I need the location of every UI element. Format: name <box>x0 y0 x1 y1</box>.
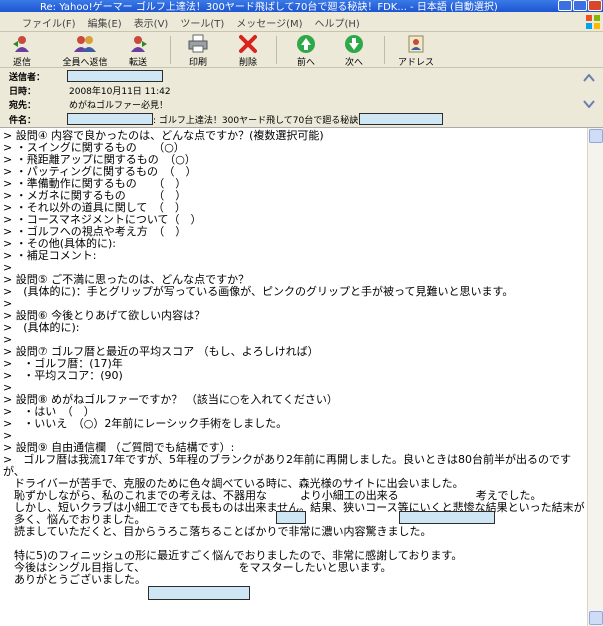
subject-redaction-2 <box>359 113 443 125</box>
body-line: > (具体的に)：手とグリップが写っている画像が、ピンクのグリップと手が被って見… <box>3 285 514 298</box>
print-button[interactable]: 印刷 <box>180 33 216 68</box>
menu-help[interactable]: ヘルプ(H) <box>309 12 366 30</box>
subject-value: : ゴルフ上達法！300ヤード飛して70台で廻る秘訣: <box>153 116 362 126</box>
to-label: 宛先： <box>9 101 37 111</box>
message-body[interactable]: > 設問④ 内容で良かったのは、どんな点ですか？(複数選択可能) > ・スイングに… <box>0 128 603 626</box>
date-row: 日時： 2008年10月11日 11:42 <box>9 83 599 97</box>
scroll-down-arrow-icon[interactable] <box>583 100 595 108</box>
body-line: > ゴルフ暦は我流17年ですが、5年程のブランクがあり2年前に再開しました。良い… <box>3 453 571 466</box>
next-label: 次へ <box>344 58 363 68</box>
delete-x-icon <box>239 35 257 53</box>
toolbar: 返信 全員へ返信 転送 印刷 削除 前へ 次へ アドレス <box>0 32 603 68</box>
to-row: 宛先： めがねゴルファー必見！ <box>9 97 599 111</box>
date-label: 日時： <box>9 87 37 97</box>
title-bar: Re: Yahoo!ゲーマー ゴルフ上達法！300ヤード飛ばして70台で廻る秘訣… <box>0 0 603 12</box>
subject-redaction-1 <box>67 113 153 125</box>
forward-icon <box>131 36 147 52</box>
scroll-up-button[interactable] <box>589 129 603 143</box>
delete-button[interactable]: 削除 <box>230 33 266 68</box>
body-line: > ・平均スコア：(90) <box>3 369 123 382</box>
menu-tools[interactable]: ツール(T) <box>174 12 230 30</box>
address-book-icon <box>408 35 424 53</box>
body-line: > ・いいえ （○）2年前にレーシック手術をしました。 <box>3 417 288 430</box>
menu-bar: ファイル(F) 編集(E) 表示(V) ツール(T) メッセージ(M) ヘルプ(H) <box>0 12 603 32</box>
printer-icon <box>188 34 208 53</box>
forward-label: 転送 <box>128 58 147 68</box>
forward-button[interactable]: 転送 <box>120 33 156 68</box>
reply-icon <box>13 36 29 52</box>
date-value: 2008年10月11日 11:42 <box>69 87 171 97</box>
subject-label: 件名： <box>9 116 37 126</box>
from-redaction <box>67 70 163 82</box>
delete-label: 削除 <box>238 58 257 68</box>
previous-button[interactable]: 前へ <box>288 33 324 68</box>
body-redaction-1 <box>276 511 306 524</box>
toolbar-separator <box>170 36 171 64</box>
body-redaction-2 <box>399 511 495 524</box>
message-header: 送信者： 日時： 2008年10月11日 11:42 宛先： めがねゴルファー必… <box>0 68 603 128</box>
to-value: めがねゴルファー必見！ <box>69 101 169 111</box>
menu-view[interactable]: 表示(V) <box>128 12 175 30</box>
reply-all-icon <box>74 36 96 52</box>
addresses-button[interactable]: アドレス <box>396 33 436 68</box>
addresses-label: アドレス <box>397 58 434 68</box>
down-arrow-icon <box>345 35 363 53</box>
print-label: 印刷 <box>188 58 207 68</box>
body-redaction-3 <box>148 586 250 600</box>
next-button[interactable]: 次へ <box>336 33 372 68</box>
menu-file[interactable]: ファイル(F) <box>16 12 82 30</box>
body-line: > (具体的に): <box>3 321 80 334</box>
menu-message[interactable]: メッセージ(M) <box>230 12 308 30</box>
maximize-button[interactable] <box>573 0 587 11</box>
from-label: 送信者： <box>9 73 46 83</box>
minimize-button[interactable] <box>558 0 572 11</box>
body-line: > ・補足コメント: <box>3 249 97 262</box>
previous-label: 前へ <box>296 58 315 68</box>
up-arrow-icon <box>297 35 315 53</box>
body-line: ありがとうございました。 <box>3 573 146 586</box>
toolbar-separator <box>384 36 385 64</box>
reply-all-button[interactable]: 全員へ返信 <box>60 33 110 68</box>
menu-edit[interactable]: 編集(E) <box>82 12 128 30</box>
toolbar-separator <box>276 36 277 64</box>
reply-all-label: 全員へ返信 <box>62 58 108 68</box>
reply-button[interactable]: 返信 <box>4 33 40 68</box>
windows-logo-icon <box>586 15 600 29</box>
window-title: Re: Yahoo!ゲーマー ゴルフ上達法！300ヤード飛ばして70台で廻る秘訣… <box>40 2 498 12</box>
close-window-button[interactable] <box>588 0 602 11</box>
reply-label: 返信 <box>12 58 31 68</box>
scroll-down-button[interactable] <box>589 611 603 625</box>
from-row: 送信者： <box>9 69 599 83</box>
body-line: 読ましていただくと、目からうろこ落ちることばかりで非常に濃い内容驚きました。 <box>3 525 432 538</box>
body-scrollbar[interactable] <box>587 128 603 626</box>
scroll-up-arrow-icon[interactable] <box>583 74 595 82</box>
subject-row: 件名： : ゴルフ上達法！300ヤード飛して70台で廻る秘訣: <box>9 112 599 126</box>
